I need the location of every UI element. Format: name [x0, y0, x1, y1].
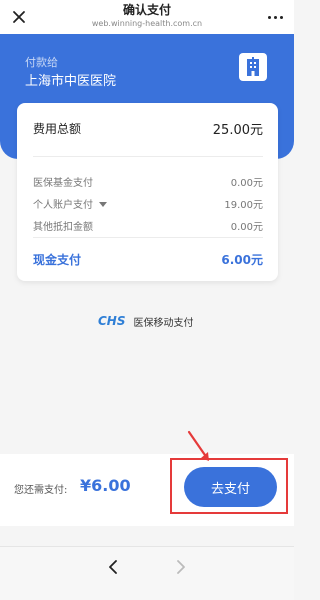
caret-down-icon[interactable] [99, 202, 107, 207]
amount-due-label: 您还需支付: [14, 485, 68, 496]
annotation-arrow-icon [187, 430, 209, 461]
detail-row-other-deduction: 其他抵扣金额 0.00元 [33, 217, 263, 233]
cash-payment-row: 现金支付 6.00元 [33, 250, 263, 268]
detail-label: 个人账户支付 [33, 199, 93, 211]
back-button[interactable] [103, 557, 123, 577]
detail-row-insurance-fund: 医保基金支付 0.00元 [33, 173, 263, 189]
divider [33, 156, 263, 157]
chevron-right-icon [177, 560, 185, 574]
cash-amount: 6.00元 [221, 252, 263, 267]
cash-label: 现金支付 [33, 252, 82, 267]
page-url: web.winning-health.com.cn [91, 19, 203, 28]
total-row: 费用总额 25.00元 [33, 118, 263, 138]
payee-name: 上海市中医医院 [25, 74, 117, 89]
chs-caption: 医保移动支付 [133, 317, 194, 329]
payee-label: 付款给 [25, 56, 58, 69]
chs-logo: CHS [98, 314, 126, 328]
chs-brand: CHS 医保移动支付 [98, 313, 194, 329]
detail-row-personal-account[interactable]: 个人账户支付 19.00元 [33, 195, 263, 211]
total-label: 费用总额 [33, 121, 82, 136]
total-amount: 25.00元 [212, 122, 263, 138]
detail-value: 0.00元 [230, 177, 263, 189]
forward-button[interactable] [171, 557, 191, 577]
chevron-left-icon [109, 560, 117, 574]
hospital-building-icon [239, 53, 267, 81]
page-title: 确认支付 [122, 3, 171, 17]
more-button[interactable] [264, 7, 286, 27]
amount-due-value: ¥6.00 [80, 476, 131, 495]
title-group: 确认支付 web.winning-health.com.cn [60, 3, 234, 30]
detail-value: 19.00元 [224, 199, 263, 211]
detail-label: 医保基金支付 [33, 177, 93, 189]
more-horizontal-icon [267, 15, 283, 19]
close-button[interactable] [6, 4, 32, 30]
payment-summary-card: 费用总额 25.00元 医保基金支付 0.00元 个人账户支付 19.00元 其… [17, 103, 278, 281]
annotation-highlight-box [170, 458, 288, 514]
close-icon [13, 11, 25, 23]
detail-value: 0.00元 [230, 221, 263, 233]
divider [33, 237, 263, 238]
browser-navigation-bar [0, 546, 294, 600]
title-bar: 确认支付 web.winning-health.com.cn [0, 0, 294, 34]
detail-label: 其他抵扣金额 [33, 221, 93, 233]
